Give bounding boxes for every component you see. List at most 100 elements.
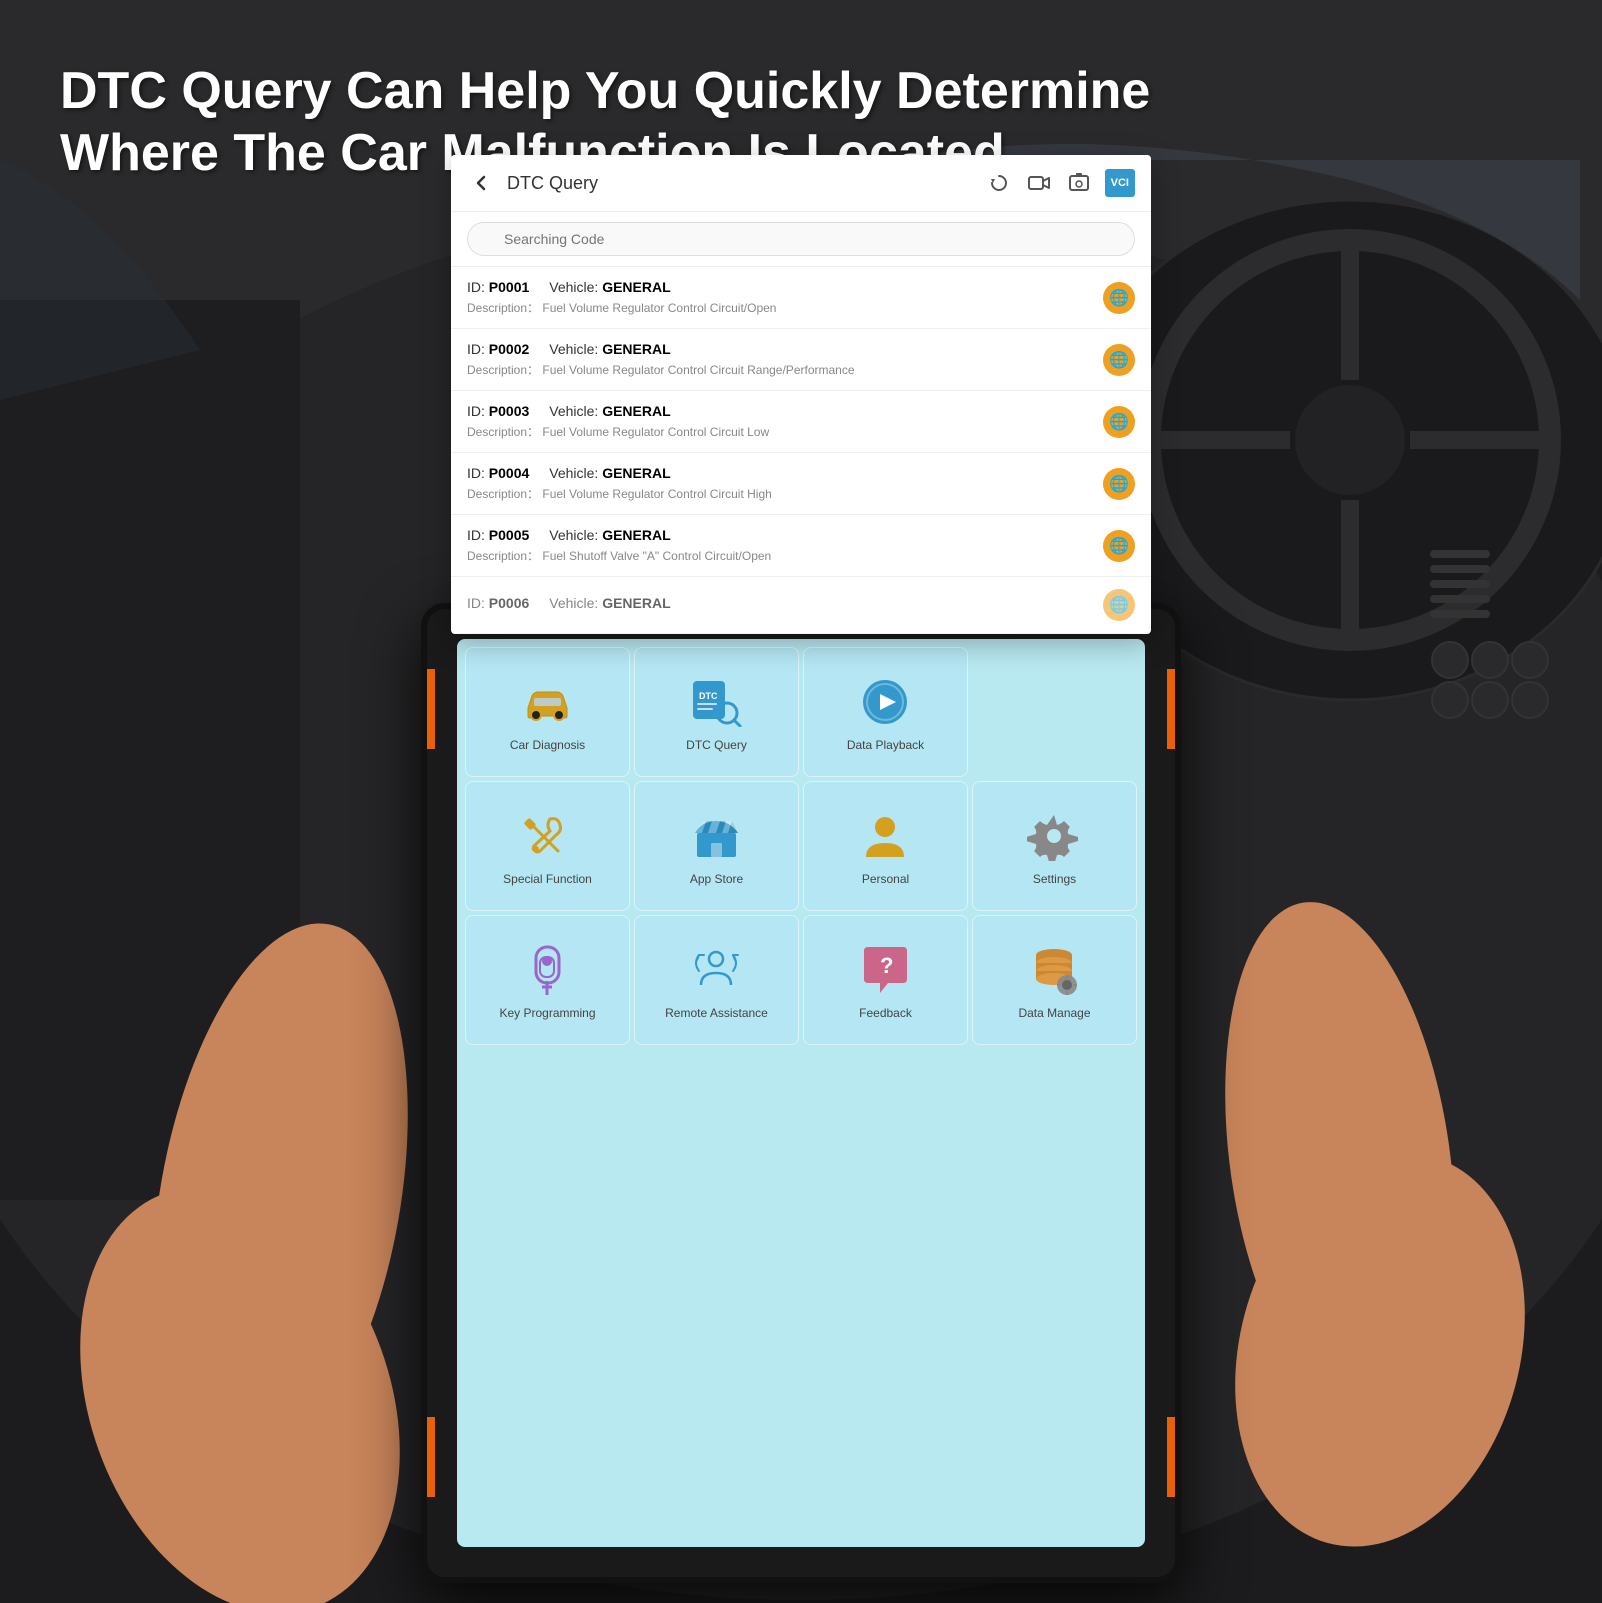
dtc-id-value: P0005: [489, 527, 529, 543]
app-data-manage-label: Data Manage: [1018, 1006, 1090, 1020]
dtc-list: ID: P0001 Vehicle: GENERAL Description： …: [451, 267, 1151, 634]
dtc-id-label: ID: P0003: [467, 403, 529, 419]
dtc-description: Description： Fuel Volume Regulator Contr…: [467, 361, 1103, 378]
svg-text:?: ?: [880, 953, 893, 978]
dtc-list-item[interactable]: ID: P0004 Vehicle: GENERAL Description： …: [451, 453, 1151, 515]
dtc-header: DTC Query: [451, 155, 1151, 212]
app-settings[interactable]: Settings: [972, 781, 1137, 911]
app-data-manage[interactable]: Data Manage: [972, 915, 1137, 1045]
dtc-vehicle-label: Vehicle: GENERAL: [549, 527, 670, 543]
dtc-id-value: P0004: [489, 465, 529, 481]
dtc-desc-value: Fuel Volume Regulator Control Circuit Ra…: [542, 363, 854, 377]
app-key-programming[interactable]: Key Programming: [465, 915, 630, 1045]
app-personal[interactable]: Personal: [803, 781, 968, 911]
dtc-item-header: ID: P0002 Vehicle: GENERAL: [467, 341, 1103, 357]
dtc-globe-icon[interactable]: 🌐: [1103, 282, 1135, 314]
dtc-vehicle-label: Vehicle: GENERAL: [549, 465, 670, 481]
dtc-list-item[interactable]: ID: P0002 Vehicle: GENERAL Description： …: [451, 329, 1151, 391]
tablet-device: Car Diagnosis DTC DTC Quer: [421, 603, 1181, 1583]
app-personal-label: Personal: [862, 872, 909, 886]
dtc-list-item[interactable]: ID: P0003 Vehicle: GENERAL Description： …: [451, 391, 1151, 453]
dtc-globe-icon[interactable]: 🌐: [1103, 468, 1135, 500]
dtc-desc-value: Fuel Volume Regulator Control Circuit/Op…: [542, 301, 776, 315]
app-store-label: App Store: [690, 872, 743, 886]
dtc-vehicle-label: Vehicle: GENERAL: [549, 341, 670, 357]
dtc-description: Description： Fuel Shutoff Valve "A" Cont…: [467, 547, 1103, 564]
dtc-vehicle-value: GENERAL: [602, 403, 670, 419]
tablet-strip-top-right: [1167, 669, 1181, 749]
dtc-vehicle-value: GENERAL: [602, 595, 670, 611]
app-remote-assistance[interactable]: Remote Assistance: [634, 915, 799, 1045]
dtc-id-value: P0002: [489, 341, 529, 357]
dtc-desc-value: Fuel Volume Regulator Control Circuit Lo…: [542, 425, 769, 439]
app-settings-label: Settings: [1033, 872, 1076, 886]
dtc-search-bar: 🔍: [451, 212, 1151, 267]
app-key-programming-label: Key Programming: [499, 1006, 595, 1020]
dtc-refresh-icon[interactable]: [985, 169, 1013, 197]
dtc-query-window: DTC Query: [451, 155, 1151, 634]
dtc-search-input[interactable]: [467, 222, 1135, 256]
svg-text:DTC: DTC: [699, 691, 718, 701]
app-data-playback[interactable]: Data Playback: [803, 647, 968, 777]
app-remote-assistance-label: Remote Assistance: [665, 1006, 768, 1020]
dtc-item-info: ID: P0006 Vehicle: GENERAL: [467, 595, 1103, 615]
dtc-id-label: ID: P0002: [467, 341, 529, 357]
dtc-video-icon[interactable]: [1025, 169, 1053, 197]
dtc-globe-icon[interactable]: 🌐: [1103, 530, 1135, 562]
dtc-item-info: ID: P0002 Vehicle: GENERAL Description： …: [467, 341, 1103, 378]
app-data-playback-label: Data Playback: [847, 738, 924, 752]
dtc-item-header: ID: P0004 Vehicle: GENERAL: [467, 465, 1103, 481]
dtc-item-header: ID: P0006 Vehicle: GENERAL: [467, 595, 1103, 611]
dtc-vehicle-value: GENERAL: [602, 279, 670, 295]
dtc-desc-value: Fuel Shutoff Valve "A" Control Circuit/O…: [542, 549, 771, 563]
tablet-screen: Car Diagnosis DTC DTC Quer: [457, 639, 1145, 1547]
dtc-id-label: ID: P0004: [467, 465, 529, 481]
app-special-function-label: Special Function: [503, 872, 592, 886]
tablet-strip-bottom-right: [1167, 1417, 1181, 1497]
dtc-screenshot-icon[interactable]: [1065, 169, 1093, 197]
app-car-diagnosis[interactable]: Car Diagnosis: [465, 647, 630, 777]
dtc-vehicle-label: Vehicle: GENERAL: [549, 403, 670, 419]
dtc-description: Description： Fuel Volume Regulator Contr…: [467, 423, 1103, 440]
dtc-globe-icon[interactable]: 🌐: [1103, 344, 1135, 376]
dtc-list-item[interactable]: ID: P0001 Vehicle: GENERAL Description： …: [451, 267, 1151, 329]
app-store[interactable]: App Store: [634, 781, 799, 911]
app-car-diagnosis-label: Car Diagnosis: [510, 738, 585, 752]
dtc-item-info: ID: P0005 Vehicle: GENERAL Description： …: [467, 527, 1103, 564]
dtc-item-header: ID: P0005 Vehicle: GENERAL: [467, 527, 1103, 543]
dtc-item-info: ID: P0004 Vehicle: GENERAL Description： …: [467, 465, 1103, 502]
app-empty-1: [972, 647, 1137, 777]
dtc-vci-badge[interactable]: VCI: [1105, 169, 1135, 197]
dtc-globe-icon[interactable]: 🌐: [1103, 589, 1135, 621]
dtc-vehicle-value: GENERAL: [602, 465, 670, 481]
tablet-strip-top-left: [421, 669, 435, 749]
dtc-id-value: P0001: [489, 279, 529, 295]
dtc-id-value: P0003: [489, 403, 529, 419]
dtc-id-label: ID: P0005: [467, 527, 529, 543]
app-dtc-query-label: DTC Query: [686, 738, 747, 752]
dtc-item-header: ID: P0003 Vehicle: GENERAL: [467, 403, 1103, 419]
dtc-vehicle-value: GENERAL: [602, 341, 670, 357]
dtc-back-button[interactable]: [467, 169, 495, 197]
dtc-item-info: ID: P0003 Vehicle: GENERAL Description： …: [467, 403, 1103, 440]
dtc-list-item[interactable]: ID: P0005 Vehicle: GENERAL Description： …: [451, 515, 1151, 577]
dtc-title: DTC Query: [507, 173, 985, 194]
app-feedback-label: Feedback: [859, 1006, 912, 1020]
dtc-vehicle-value: GENERAL: [602, 527, 670, 543]
dtc-vehicle-label: Vehicle: GENERAL: [549, 595, 670, 611]
dtc-item-header: ID: P0001 Vehicle: GENERAL: [467, 279, 1103, 295]
tablet-strip-bottom-left: [421, 1417, 435, 1497]
app-dtc-query[interactable]: DTC DTC Query: [634, 647, 799, 777]
dtc-id-value: P0006: [489, 595, 529, 611]
dtc-list-item[interactable]: ID: P0006 Vehicle: GENERAL 🌐: [451, 577, 1151, 634]
dtc-vehicle-label: Vehicle: GENERAL: [549, 279, 670, 295]
dtc-description: Description： Fuel Volume Regulator Contr…: [467, 485, 1103, 502]
title-line1: DTC Query Can Help You Quickly Determine: [60, 60, 1302, 122]
dtc-header-icons: VCI: [985, 169, 1135, 197]
app-feedback[interactable]: ? Feedback: [803, 915, 968, 1045]
dtc-id-label: ID: P0001: [467, 279, 529, 295]
dtc-globe-icon[interactable]: 🌐: [1103, 406, 1135, 438]
dtc-item-info: ID: P0001 Vehicle: GENERAL Description： …: [467, 279, 1103, 316]
app-special-function[interactable]: Special Function: [465, 781, 630, 911]
dtc-id-label: ID: P0006: [467, 595, 529, 611]
